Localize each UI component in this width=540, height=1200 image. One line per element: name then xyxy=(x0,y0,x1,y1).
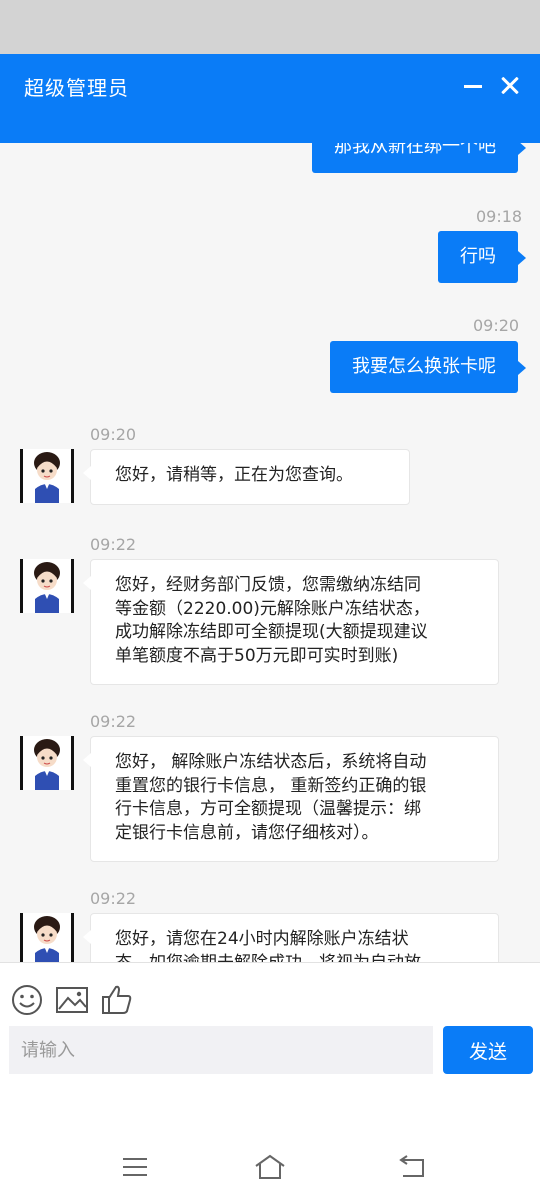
incoming-message: 您好， 解除账户冻结状态后，系统将自动 重置您的银行卡信息， 重新签约正确的银 … xyxy=(83,736,499,862)
message-line: 定银行卡信息前，请您仔细核对）。 xyxy=(115,822,379,843)
status-bar xyxy=(0,0,540,54)
message-timestamp: 09:20 xyxy=(90,425,137,444)
message-timestamp: 09:22 xyxy=(90,889,137,908)
chat-title: 超级管理员 xyxy=(24,76,129,100)
message-list[interactable]: 那我从新在绑一个吧 09:18 行吗 09:20 我要怎么换张卡呢 09:20 … xyxy=(0,143,540,962)
outgoing-message: 我要怎么换张卡呢 xyxy=(330,341,526,393)
message-line: 成功解除冻结即可全额提现(大额提现建议 xyxy=(115,622,428,642)
image-icon[interactable] xyxy=(55,983,89,1017)
message-timestamp: 09:22 xyxy=(90,712,137,731)
avatar-image xyxy=(23,449,71,503)
message-line: 等金额（2220.00)元解除账户冻结状态， xyxy=(115,598,430,619)
close-icon[interactable] xyxy=(498,74,522,98)
message-input[interactable] xyxy=(9,1026,433,1074)
message-line: 态，如您逾期未解除成功，将视为自动放 xyxy=(115,952,478,963)
incoming-message: 您好，请稍等，正在为您查询。 xyxy=(83,449,410,505)
system-nav-bar xyxy=(0,1086,540,1200)
agent-avatar[interactable] xyxy=(20,913,74,962)
minimize-icon[interactable] xyxy=(462,72,488,100)
thumbs-up-icon[interactable] xyxy=(100,983,134,1017)
message-line: 您好，请稍等，正在为您查询。 xyxy=(115,465,353,485)
message-timestamp: 09:18 xyxy=(476,207,523,226)
message-line: 重置您的银行卡信息， 重新签约正确的银 xyxy=(115,775,427,796)
send-button[interactable]: 发送 xyxy=(443,1026,533,1074)
message-timestamp: 09:20 xyxy=(473,316,520,335)
message-line: 单笔额度不高于50万元即可实时到账) xyxy=(115,645,399,666)
input-toolbar xyxy=(0,962,540,1027)
incoming-message: 您好，请您在24小时内解除账户冻结状 态，如您逾期未解除成功，将视为自动放 xyxy=(83,913,499,963)
emoji-icon[interactable] xyxy=(10,983,44,1017)
message-line: 您好，请您在24小时内解除账户冻结状 xyxy=(115,929,409,949)
message-timestamp: 09:22 xyxy=(90,535,137,554)
outgoing-message: 那我从新在绑一个吧 xyxy=(312,143,526,173)
back-icon[interactable] xyxy=(395,1152,429,1182)
input-row: 发送 xyxy=(0,1026,540,1086)
avatar-image xyxy=(23,736,71,790)
chat-header: 超级管理员 xyxy=(0,54,540,143)
message-line: 您好，经财务部门反馈，您需缴纳冻结同 xyxy=(115,575,421,595)
avatar-image xyxy=(23,559,71,613)
incoming-message: 您好，经财务部门反馈，您需缴纳冻结同 等金额（2220.00)元解除账户冻结状态… xyxy=(83,559,499,685)
outgoing-message: 行吗 xyxy=(438,231,526,283)
menu-icon[interactable] xyxy=(118,1152,152,1182)
message-line: 您好， 解除账户冻结状态后，系统将自动 xyxy=(115,752,427,772)
agent-avatar[interactable] xyxy=(20,559,74,613)
agent-avatar[interactable] xyxy=(20,736,74,790)
avatar-image xyxy=(23,913,71,962)
agent-avatar[interactable] xyxy=(20,449,74,503)
home-icon[interactable] xyxy=(253,1152,287,1182)
message-line: 行卡信息，方可全额提现（温馨提示：绑 xyxy=(115,799,421,819)
